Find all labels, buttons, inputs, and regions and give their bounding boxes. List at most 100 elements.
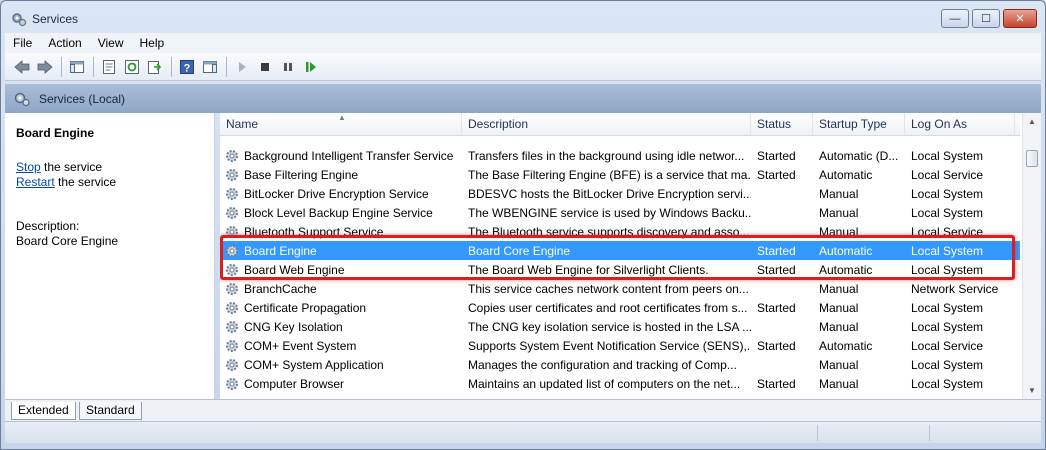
table-row[interactable]: BranchCache This service caches network … <box>220 279 1020 298</box>
service-name: COM+ System Application <box>244 357 384 372</box>
column-logon-label: Log On As <box>911 117 968 131</box>
start-service-button[interactable] <box>231 56 253 78</box>
service-status: Started <box>757 338 796 353</box>
service-log-on-as: Local Service <box>911 167 984 182</box>
forward-arrow-icon <box>37 59 53 74</box>
menu-bar: File Action View Help <box>5 33 1041 53</box>
stop-service-link[interactable]: Stop <box>16 160 41 174</box>
back-button[interactable] <box>11 56 33 78</box>
close-button[interactable]: ✕ <box>1003 9 1037 28</box>
service-name: CNG Key Isolation <box>244 319 343 334</box>
service-description: The CNG key isolation service is hosted … <box>468 319 751 334</box>
service-log-on-as: Local System <box>911 300 984 315</box>
show-hide-console-tree-icon <box>70 60 84 73</box>
properties-button[interactable] <box>98 56 120 78</box>
title-bar[interactable]: Services — ☐ ✕ <box>1 1 1045 33</box>
column-header-description[interactable]: Description <box>462 113 751 136</box>
service-description: Copies user certificates and root certif… <box>468 300 748 315</box>
service-log-on-as: Local Service <box>911 338 984 353</box>
description-label: Description: <box>16 219 80 233</box>
service-startup-type: Automatic (D... <box>819 148 899 163</box>
scroll-thumb[interactable] <box>1026 150 1038 167</box>
restart-service-link[interactable]: Restart <box>16 175 55 189</box>
menu-view[interactable]: View <box>90 36 132 50</box>
service-status: Started <box>757 376 796 391</box>
service-startup-type: Manual <box>819 186 859 201</box>
export-list-icon <box>148 60 162 74</box>
table-row[interactable]: COM+ System Application Manages the conf… <box>220 355 1020 374</box>
service-status: Started <box>757 148 796 163</box>
services-window: Services — ☐ ✕ File Action View Help ? S… <box>0 0 1046 450</box>
menu-action[interactable]: Action <box>40 36 89 50</box>
service-status: Started <box>757 300 796 315</box>
service-description: Transfers files in the background using … <box>468 148 745 163</box>
column-header-name[interactable]: ▲ Name <box>220 113 462 136</box>
service-description: BDESVC hosts the BitLocker Drive Encrypt… <box>468 186 751 201</box>
maximize-icon: ☐ <box>981 13 991 25</box>
restart-line: Restart the service <box>16 175 203 190</box>
vertical-scrollbar[interactable]: ▲ ▼ <box>1022 113 1041 399</box>
table-row[interactable]: CNG Key Isolation The CNG key isolation … <box>220 317 1020 336</box>
table-row[interactable]: Block Level Backup Engine Service The WB… <box>220 203 1020 222</box>
pause-service-button[interactable] <box>277 56 299 78</box>
service-startup-type: Manual <box>819 357 859 372</box>
status-bar <box>5 421 1041 443</box>
service-startup-type: Manual <box>819 205 859 220</box>
table-row[interactable]: COM+ Event System Supports System Event … <box>220 336 1020 355</box>
stop-line: Stop the service <box>16 160 203 175</box>
table-row[interactable]: Background Intelligent Transfer Service … <box>220 146 1020 165</box>
column-startup-label: Startup Type <box>819 117 887 131</box>
toolbar: ? <box>5 53 1041 81</box>
service-startup-type: Manual <box>819 376 859 391</box>
restart-service-button[interactable] <box>300 56 322 78</box>
extended-description-pane: Board Engine Stop the service Restart th… <box>5 113 215 399</box>
minimize-button[interactable]: — <box>941 9 969 28</box>
restart-service-icon <box>306 61 316 72</box>
close-icon: ✕ <box>1015 13 1025 25</box>
service-name: Computer Browser <box>244 376 345 391</box>
service-log-on-as: Network Service <box>911 281 999 296</box>
column-header-log-on-as[interactable]: Log On As <box>905 113 1015 136</box>
refresh-button[interactable] <box>121 56 143 78</box>
help-button[interactable]: ? <box>176 56 198 78</box>
service-log-on-as: Local System <box>911 186 984 201</box>
maximize-button[interactable]: ☐ <box>972 9 1000 28</box>
scope-header: Services (Local) <box>5 84 1041 113</box>
service-gear-icon <box>226 168 238 181</box>
menu-file[interactable]: File <box>5 36 40 50</box>
column-header-status[interactable]: Status <box>751 113 813 136</box>
properties-icon <box>103 59 115 74</box>
menu-help[interactable]: Help <box>132 36 173 50</box>
service-gear-icon <box>226 149 238 162</box>
services-gear-icon <box>12 13 27 27</box>
stop-service-icon <box>261 62 269 71</box>
service-description: Maintains an updated list of computers o… <box>468 376 741 391</box>
scroll-up-arrow-icon[interactable]: ▲ <box>1023 113 1041 130</box>
restart-suffix: the service <box>54 175 117 189</box>
view-tab-bar: Extended Standard <box>5 399 1041 421</box>
table-row[interactable]: BitLocker Drive Encryption Service BDESV… <box>220 184 1020 203</box>
table-row[interactable]: Base Filtering Engine The Base Filtering… <box>220 165 1020 184</box>
selected-service-title: Board Engine <box>16 126 95 140</box>
table-row[interactable]: Certificate Propagation Copies user cert… <box>220 298 1020 317</box>
highlight-annotation-box <box>220 235 1015 280</box>
forward-button[interactable] <box>34 56 56 78</box>
sort-ascending-icon: ▲ <box>338 113 346 122</box>
column-status-label: Status <box>757 117 792 131</box>
column-header-startup-type[interactable]: Startup Type <box>813 113 905 136</box>
service-status: Started <box>757 167 796 182</box>
export-list-button[interactable] <box>144 56 166 78</box>
services-gear-icon <box>14 92 30 106</box>
help-icon: ? <box>180 59 194 74</box>
show-action-pane-button[interactable] <box>199 56 221 78</box>
scope-title: Services (Local) <box>39 91 126 106</box>
toolbar-separator <box>61 56 62 77</box>
show-hide-console-tree-button[interactable] <box>66 56 88 78</box>
tab-extended[interactable]: Extended <box>11 402 76 420</box>
service-gear-icon <box>226 339 238 352</box>
scroll-down-arrow-icon[interactable]: ▼ <box>1023 382 1041 399</box>
service-gear-icon <box>226 187 238 200</box>
table-row[interactable]: Computer Browser Maintains an updated li… <box>220 374 1020 393</box>
tab-standard[interactable]: Standard <box>79 402 142 420</box>
stop-service-button[interactable] <box>254 56 276 78</box>
